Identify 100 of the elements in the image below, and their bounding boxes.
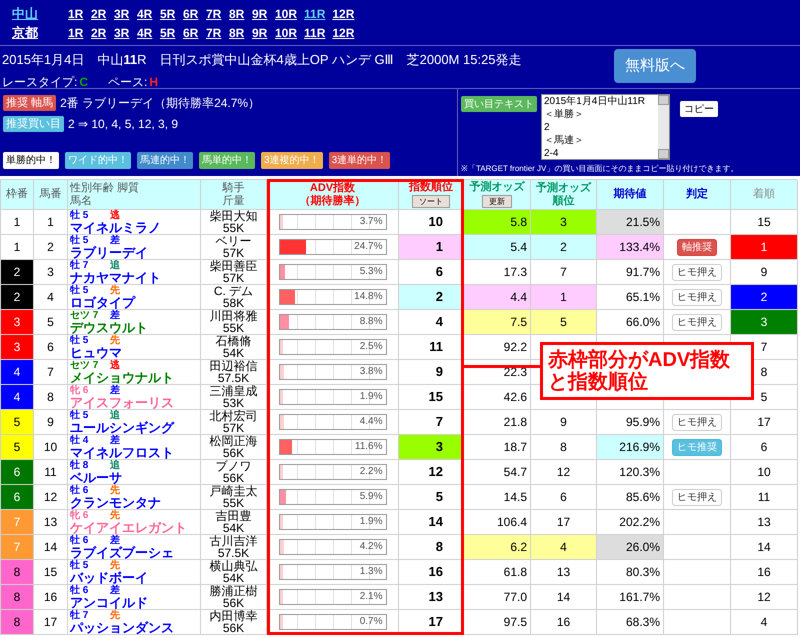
sex-age-text: 牡 6 [70, 535, 88, 546]
race-link[interactable]: 7R [206, 24, 222, 42]
finish-position-cell: 4 [731, 610, 798, 635]
weight-text: 55K [222, 322, 244, 334]
horse-name-link[interactable]: バッドボーイ [70, 571, 148, 584]
odds-rank-cell: 4 [531, 535, 597, 560]
horse-name-link[interactable]: ナカヤマナイト [70, 271, 161, 284]
race-link[interactable]: 6R [183, 24, 199, 42]
expected-value-cell: 66.0% [597, 310, 664, 335]
race-link[interactable]: 5R [160, 5, 176, 23]
hit-badge: 3連複的中！ [261, 152, 323, 169]
race-link[interactable]: 3R [114, 24, 130, 42]
horse-number-cell: 2 [34, 235, 68, 260]
verdict-tag: ヒモ押え [672, 488, 722, 506]
weight-text: 56K [222, 472, 244, 484]
race-link[interactable]: 1R [68, 5, 84, 23]
race-link[interactable]: 10R [275, 5, 298, 23]
jockey-name: 内田博幸 [210, 610, 258, 622]
jockey-name: 田辺裕信 [210, 360, 258, 372]
sex-age-text: 牡 5 [70, 235, 88, 246]
sex-age-text: 牡 6 [70, 585, 90, 596]
horse-name-link[interactable]: ユールシンギング [70, 421, 174, 434]
sex-age-text: 牡 5 [70, 410, 90, 421]
race-link[interactable]: 6R [183, 5, 199, 23]
running-style-text: 先 [110, 560, 120, 571]
jockey-name: ブノワ [216, 460, 252, 472]
horse-number-cell: 9 [34, 410, 68, 435]
race-link[interactable]: 4R [137, 24, 153, 42]
jockey-name: 北村宏司 [210, 410, 258, 422]
frame-number-cell: 3 [1, 335, 34, 360]
race-link[interactable]: 8R [229, 5, 245, 23]
running-style-text: 先 [110, 285, 120, 296]
frame-number-cell: 6 [1, 485, 34, 510]
weight-text: 54K [222, 347, 244, 359]
finish-position-cell: 17 [731, 410, 798, 435]
venue-link[interactable]: 京都 [12, 23, 68, 43]
horse-name-link[interactable]: ベルーサ [70, 471, 122, 484]
race-type-value: C [79, 74, 88, 90]
verdict-tag: ヒモ推奨 [672, 438, 722, 456]
expected-value-cell: 91.7% [597, 260, 664, 285]
race-link[interactable]: 10R [275, 24, 298, 42]
race-link[interactable]: 7R [206, 5, 222, 23]
race-link[interactable]: 2R [91, 24, 107, 42]
odds-cell: 21.8 [464, 410, 531, 435]
horse-name-link[interactable]: マイネルフロスト [70, 446, 174, 459]
horse-number-cell: 11 [34, 460, 68, 485]
horse-name-link[interactable]: ラブイズブーシェ [70, 546, 174, 559]
odds-cell: 61.8 [464, 560, 531, 585]
horse-number-cell: 6 [34, 335, 68, 360]
sex-age-text: 牡 4 [70, 435, 90, 446]
odds-cell: 54.7 [464, 460, 531, 485]
weight-text: 57K [222, 422, 244, 434]
race-link[interactable]: 12R [332, 5, 354, 23]
race-link[interactable]: 1R [68, 24, 84, 42]
horse-name-link[interactable]: クランモンタナ [70, 496, 161, 509]
horse-name-link[interactable]: ヒュウマ [70, 346, 122, 359]
frame-number-cell: 5 [1, 410, 34, 435]
frame-number-cell: 6 [1, 460, 34, 485]
race-link[interactable]: 2R [91, 5, 107, 23]
pace-label: ペース: [108, 74, 148, 90]
jockey-name: 松岡正海 [210, 435, 258, 447]
probability-text: 11.6% [354, 440, 382, 454]
horse-name-link[interactable]: メイショウナルト [70, 371, 174, 384]
race-link[interactable]: 11R [304, 24, 326, 42]
jockey-name: 古川吉洋 [210, 535, 258, 547]
race-link[interactable]: 8R [229, 24, 245, 42]
weight-text: 53K [222, 397, 244, 409]
header-button[interactable]: 更新 [482, 195, 512, 208]
finish-position-cell: 3 [731, 310, 798, 335]
odds-cell: 18.7 [464, 435, 531, 460]
copy-button[interactable]: コピー [680, 101, 718, 117]
race-link[interactable]: 9R [252, 5, 268, 23]
bet-text-area[interactable]: 2015年1月4日中山11R ＜単勝＞ 2 ＜馬連＞ 2-4 [541, 94, 670, 160]
horse-name-link[interactable]: デウスウルト [70, 321, 148, 334]
race-link[interactable]: 5R [160, 24, 176, 42]
race-link[interactable]: 4R [137, 5, 153, 23]
probability-text: 2.5% [360, 340, 382, 354]
header-button[interactable]: ソート [412, 195, 450, 208]
running-style-text: 差 [110, 435, 120, 446]
weight-text: 56K [222, 597, 244, 609]
horse-name-link[interactable]: アンコイルド [70, 596, 148, 609]
odds-cell: 92.2 [464, 335, 531, 360]
venue-link[interactable]: 中山 [12, 4, 68, 24]
jockey-name: C. デム [214, 285, 254, 297]
finish-position-cell: 1 [731, 235, 798, 260]
odds-cell: 97.5 [464, 610, 531, 635]
race-link[interactable]: 12R [332, 24, 354, 42]
index-rank-cell: 3 [399, 435, 464, 460]
odds-rank-cell: 3 [531, 210, 597, 235]
horse-name-link[interactable]: マイネルミラノ [70, 221, 161, 234]
horse-name-link[interactable]: ロゴタイプ [70, 296, 135, 309]
horse-number-cell: 12 [34, 485, 68, 510]
weight-text: 56K [222, 622, 244, 634]
sex-age-text: 牡 5 [70, 335, 90, 346]
race-link[interactable]: 3R [114, 5, 130, 23]
race-link[interactable]: 11R [304, 5, 326, 23]
horse-name-link[interactable]: パッションダンス [70, 621, 174, 634]
column-header: 枠番 [5, 188, 29, 201]
race-link[interactable]: 9R [252, 24, 268, 42]
horse-name-link[interactable]: ラブリーデイ [70, 246, 148, 259]
